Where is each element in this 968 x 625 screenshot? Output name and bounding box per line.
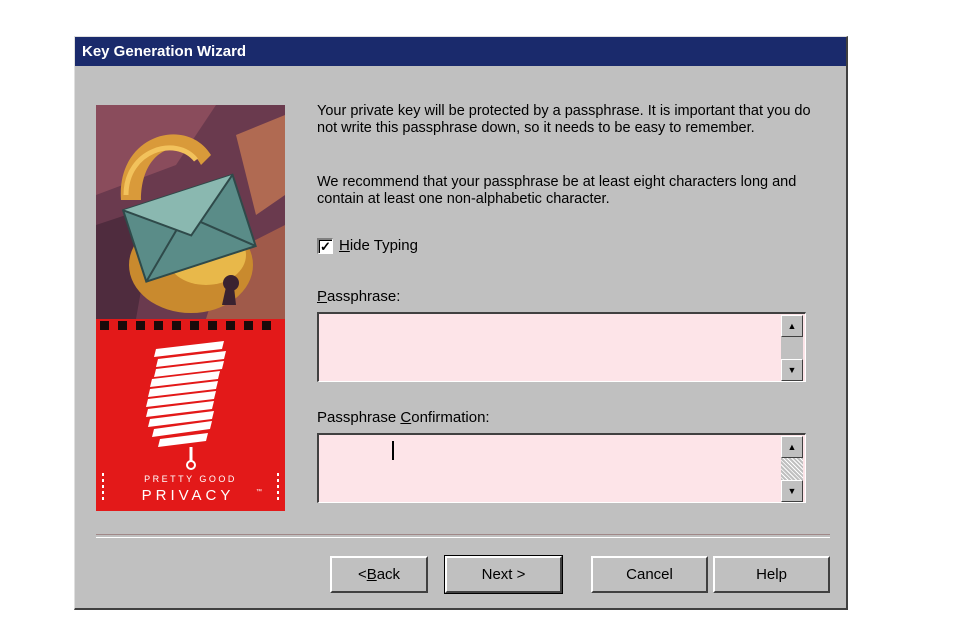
scroll-up-icon[interactable]: ▲	[781, 315, 803, 337]
confirmation-label: Passphrase Confirmation:	[317, 409, 490, 426]
help-button[interactable]: Help	[713, 556, 830, 593]
next-button[interactable]: Next >	[444, 555, 563, 594]
passphrase-label: Passphrase:	[317, 288, 400, 305]
passphrase-label-text: assphrase:	[327, 288, 401, 305]
brand-line-1: PRETTY GOOD	[144, 474, 237, 484]
hide-typing-accel: H	[339, 237, 350, 254]
hide-typing-checkbox[interactable]: ✓ Hide Typing	[317, 237, 418, 254]
checkbox-checked-icon[interactable]: ✓	[317, 237, 333, 254]
padlock-envelope-illustration	[96, 105, 285, 319]
cancel-button[interactable]: Cancel	[591, 556, 708, 593]
confirmation-scrollbar[interactable]: ▲ ▼	[781, 436, 803, 502]
hide-typing-label-text: ide Typing	[349, 237, 418, 254]
back-button[interactable]: < Back	[330, 556, 428, 593]
intro-paragraph-2: We recommend that your passphrase be at …	[317, 174, 797, 207]
confirmation-label-text: Passphrase	[317, 409, 401, 426]
text-cursor	[392, 441, 394, 460]
trademark-symbol: ™	[256, 488, 262, 495]
key-generation-dialog: Key Generation Wizard PRETTY GOOD PRIVAC…	[74, 36, 848, 610]
back-accel: B	[366, 566, 377, 583]
brand-line-2: PRIVACY	[142, 487, 235, 504]
pgp-logo-icon: PRETTY GOOD PRIVACY ™	[100, 321, 279, 504]
scroll-up-icon[interactable]: ▲	[781, 436, 803, 458]
confirmation-label-text-rest: onfirmation:	[411, 409, 490, 426]
back-prefix: <	[357, 566, 367, 583]
confirmation-accel: C	[400, 409, 412, 426]
scroll-down-icon[interactable]: ▼	[781, 480, 803, 502]
confirmation-field[interactable]: ▲ ▼	[317, 433, 806, 503]
back-label: ack	[376, 566, 401, 583]
sidebar-artwork: PRETTY GOOD PRIVACY ™	[96, 105, 285, 511]
hide-typing-label: Hide Typing	[339, 237, 418, 254]
passphrase-scrollbar[interactable]: ▲ ▼	[781, 315, 803, 381]
passphrase-accel: P	[317, 288, 328, 305]
passphrase-field[interactable]: ▲ ▼	[317, 312, 806, 382]
scroll-down-icon[interactable]: ▼	[781, 359, 803, 381]
pgp-brand-panel: PRETTY GOOD PRIVACY ™	[96, 319, 285, 511]
passphrase-input[interactable]	[321, 316, 771, 378]
separator	[96, 534, 830, 538]
confirmation-input[interactable]	[321, 437, 771, 499]
window-title: Key Generation Wizard	[75, 37, 846, 66]
intro-paragraph-1: Your private key will be protected by a …	[317, 103, 811, 136]
